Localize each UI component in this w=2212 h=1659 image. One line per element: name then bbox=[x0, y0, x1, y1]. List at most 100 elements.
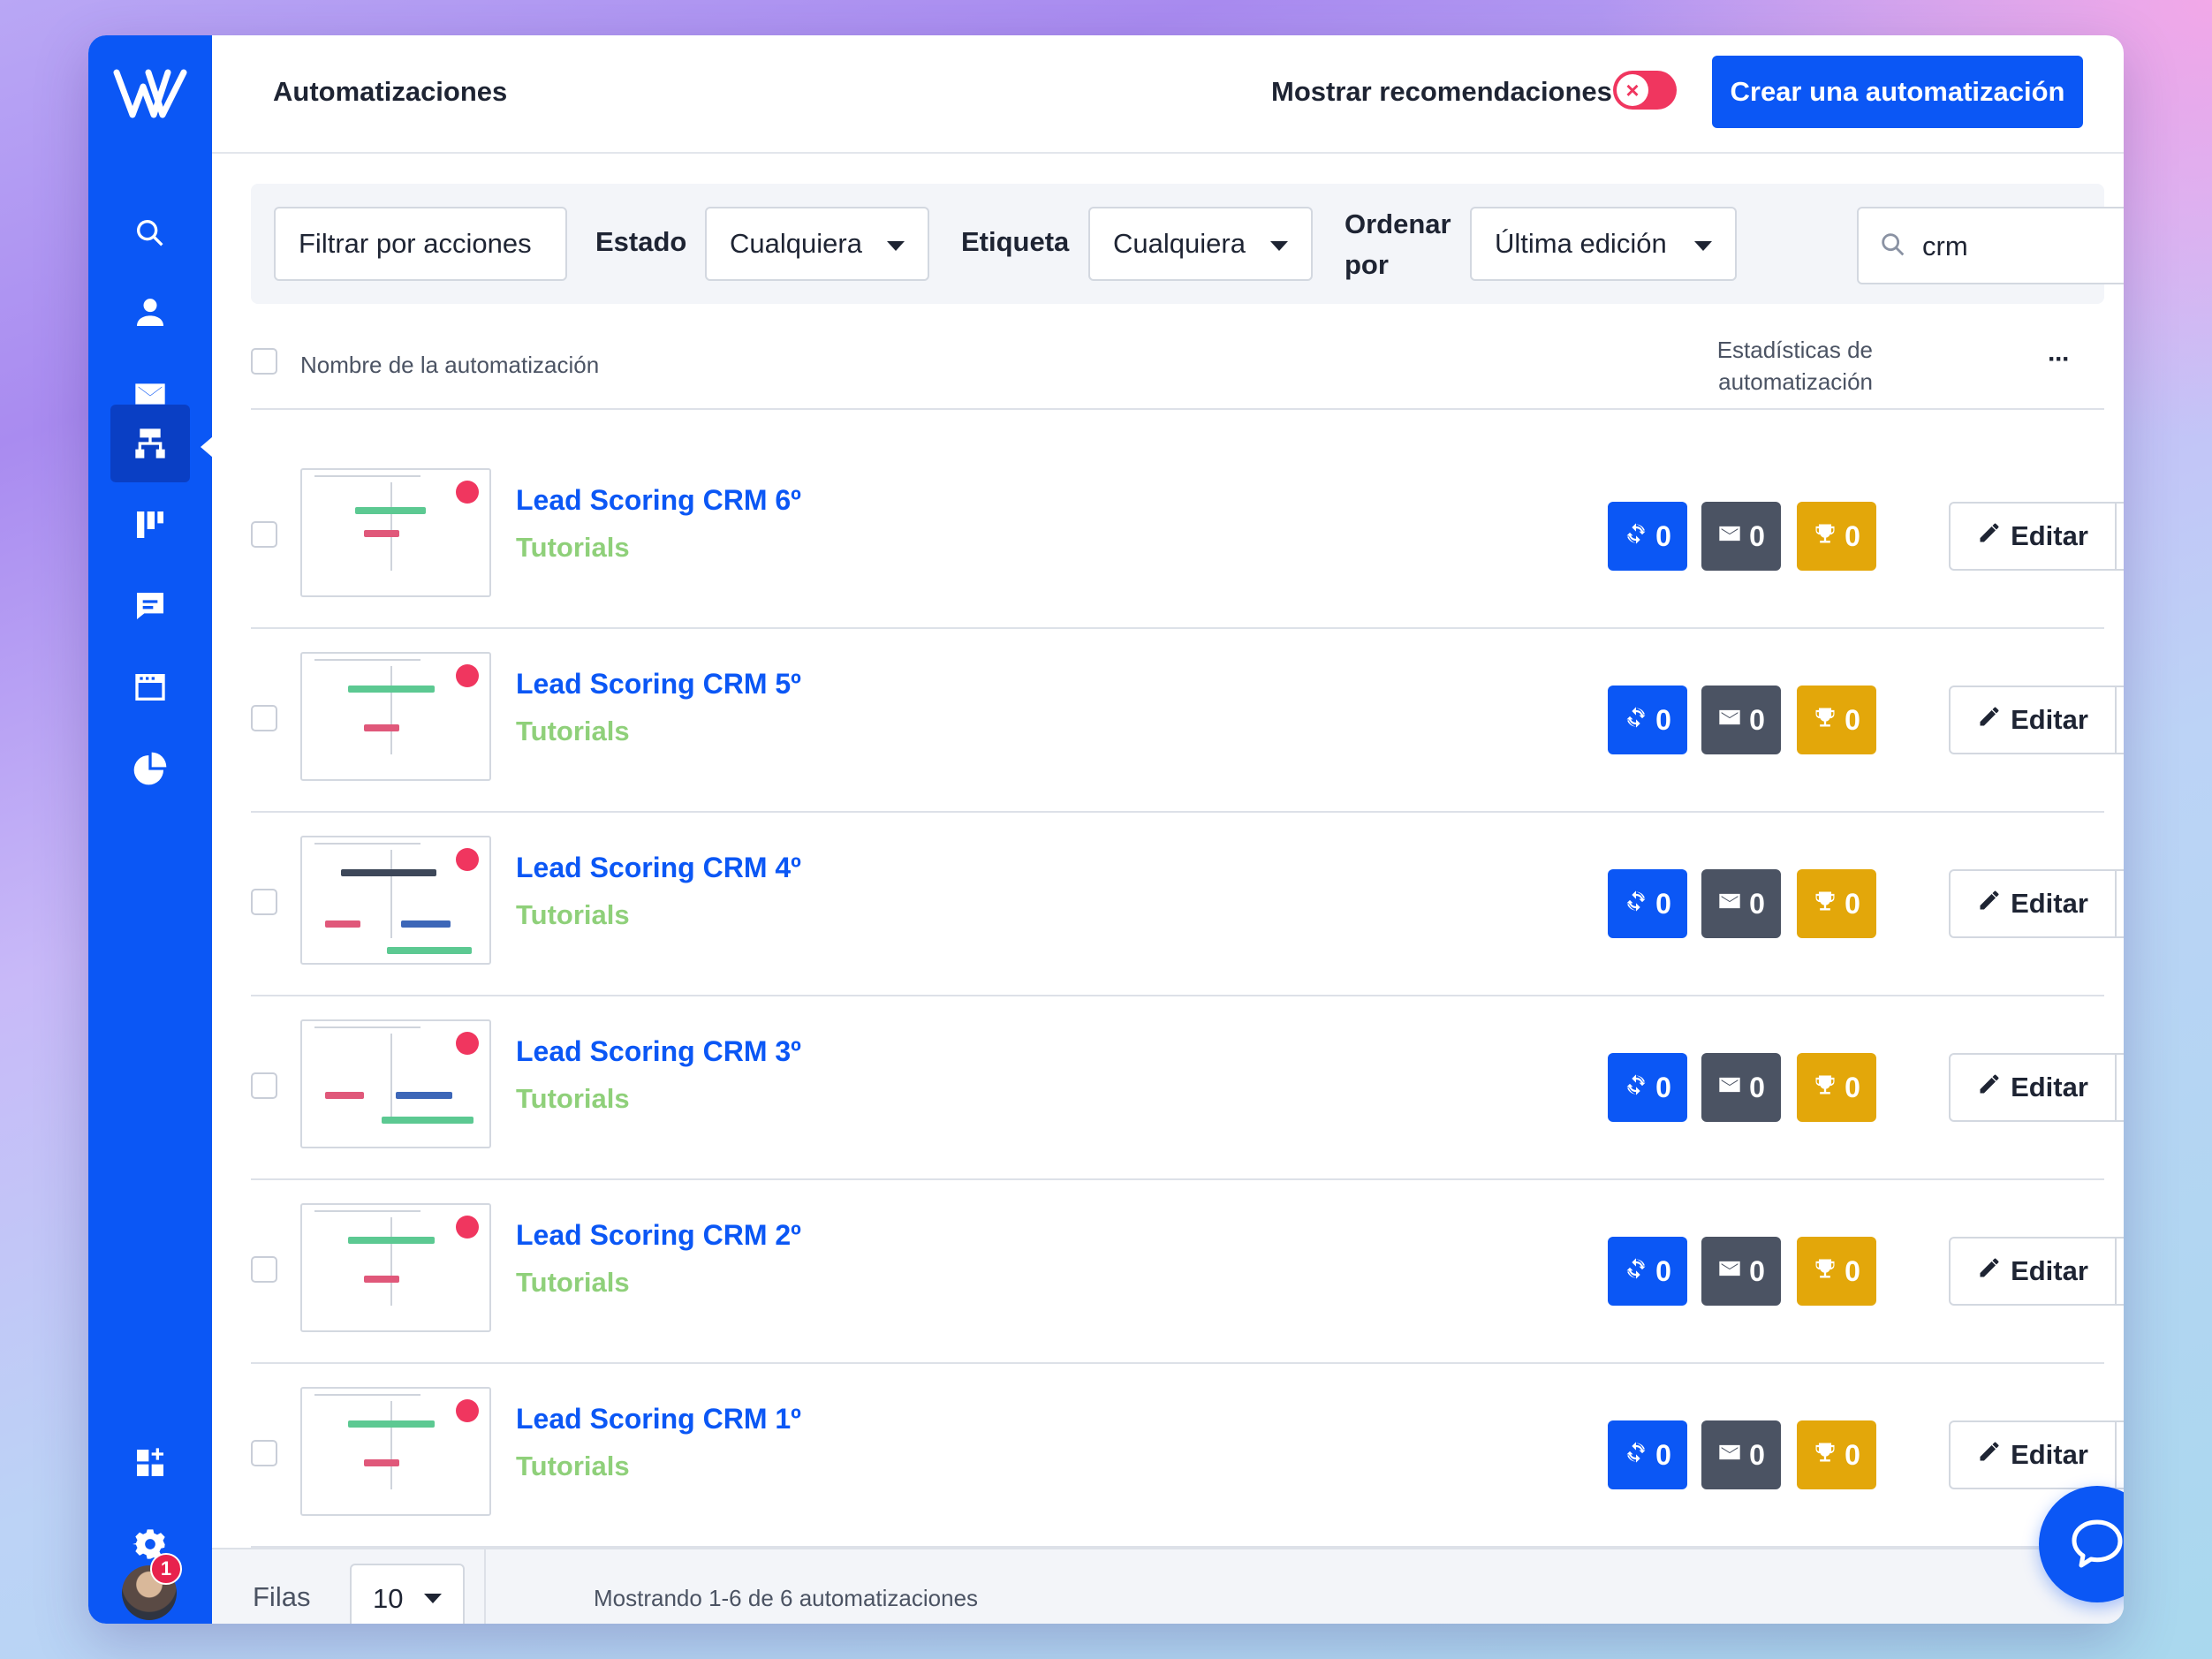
search-icon[interactable] bbox=[110, 194, 190, 272]
automation-name-link[interactable]: Lead Scoring CRM 2º bbox=[516, 1219, 801, 1252]
goals-stat[interactable]: 0 bbox=[1797, 869, 1876, 938]
active-contacts-stat[interactable]: 0 bbox=[1608, 502, 1687, 571]
thumb-connector bbox=[390, 850, 392, 938]
column-header-name[interactable]: Nombre de la automatización bbox=[300, 352, 599, 379]
status-select[interactable]: Cualquiera bbox=[705, 207, 929, 281]
brand-logo[interactable] bbox=[113, 65, 187, 120]
emails-stat[interactable]: 0 bbox=[1701, 1053, 1781, 1122]
recommendations-toggle[interactable]: × bbox=[1613, 71, 1677, 110]
status-dot bbox=[456, 481, 479, 504]
pencil-icon bbox=[1977, 1439, 2002, 1471]
close-icon: × bbox=[1617, 74, 1648, 106]
edit-button[interactable]: Editar bbox=[1951, 1239, 2117, 1304]
thumb-node bbox=[364, 724, 399, 731]
automation-thumbnail[interactable] bbox=[300, 468, 491, 597]
more-options-icon[interactable]: ··· bbox=[2048, 345, 2071, 375]
active-contacts-stat[interactable]: 0 bbox=[1608, 1053, 1687, 1122]
pagination-summary: Mostrando 1-6 de 6 automatizaciones bbox=[594, 1585, 979, 1611]
automation-thumbnail[interactable] bbox=[300, 1387, 491, 1516]
active-contacts-stat[interactable]: 0 bbox=[1608, 869, 1687, 938]
edit-button[interactable]: Editar bbox=[1951, 871, 2117, 936]
status-dot bbox=[456, 1216, 479, 1239]
envelope-icon bbox=[1717, 1072, 1742, 1104]
automation-thumbnail[interactable] bbox=[300, 1019, 491, 1148]
automation-tag[interactable]: Tutorials bbox=[516, 1267, 630, 1299]
search-icon bbox=[1882, 233, 1905, 256]
filter-actions-button[interactable]: Filtrar por acciones bbox=[274, 207, 567, 281]
contacts-icon[interactable] bbox=[110, 274, 190, 352]
status-label: Estado bbox=[595, 226, 687, 257]
goals-count: 0 bbox=[1845, 703, 1860, 736]
page-title: Automatizaciones bbox=[273, 76, 508, 107]
reports-icon[interactable] bbox=[110, 730, 190, 807]
active-contacts-count: 0 bbox=[1655, 1071, 1671, 1103]
goals-count: 0 bbox=[1845, 1254, 1860, 1287]
tag-select-value: Cualquiera bbox=[1113, 228, 1246, 259]
automation-tag[interactable]: Tutorials bbox=[516, 1083, 630, 1115]
automation-name-link[interactable]: Lead Scoring CRM 1º bbox=[516, 1403, 801, 1436]
edit-button[interactable]: Editar bbox=[1951, 1055, 2117, 1120]
envelope-icon bbox=[1717, 704, 1742, 737]
thumb-node bbox=[355, 507, 426, 514]
emails-stat[interactable]: 0 bbox=[1701, 1420, 1781, 1489]
chevron-down-icon bbox=[887, 241, 905, 251]
thumb-node bbox=[396, 1092, 452, 1099]
automation-tag[interactable]: Tutorials bbox=[516, 716, 630, 747]
thumb-header-line bbox=[314, 1210, 420, 1212]
row-checkbox[interactable] bbox=[251, 1072, 277, 1099]
row-checkbox[interactable] bbox=[251, 889, 277, 915]
conversations-icon[interactable] bbox=[110, 567, 190, 645]
table-footer: Filas 10 Mostrando 1-6 de 6 automatizaci… bbox=[212, 1548, 2124, 1624]
active-contacts-stat[interactable]: 0 bbox=[1608, 1420, 1687, 1489]
sort-label-2: por bbox=[1345, 249, 1389, 280]
active-contacts-stat[interactable]: 0 bbox=[1608, 1237, 1687, 1306]
thumb-header-line bbox=[314, 659, 420, 661]
automation-name-link[interactable]: Lead Scoring CRM 6º bbox=[516, 484, 801, 517]
active-contacts-stat[interactable]: 0 bbox=[1608, 686, 1687, 754]
emails-stat[interactable]: 0 bbox=[1701, 686, 1781, 754]
automation-name-link[interactable]: Lead Scoring CRM 3º bbox=[516, 1035, 801, 1068]
emails-stat[interactable]: 0 bbox=[1701, 502, 1781, 571]
automation-name-link[interactable]: Lead Scoring CRM 5º bbox=[516, 668, 801, 701]
row-checkbox[interactable] bbox=[251, 1256, 277, 1283]
row-checkbox[interactable] bbox=[251, 1440, 277, 1466]
pipelines-icon[interactable] bbox=[110, 486, 190, 564]
edit-button[interactable]: Editar bbox=[1951, 687, 2117, 753]
edit-label: Editar bbox=[2011, 1439, 2088, 1470]
emails-stat[interactable]: 0 bbox=[1701, 1237, 1781, 1306]
active-contacts-count: 0 bbox=[1655, 703, 1671, 736]
edit-button[interactable]: Editar bbox=[1951, 1422, 2117, 1488]
pencil-icon bbox=[1977, 1255, 2002, 1287]
automation-thumbnail[interactable] bbox=[300, 1203, 491, 1332]
edit-label: Editar bbox=[2011, 1255, 2088, 1286]
active-contacts-count: 0 bbox=[1655, 887, 1671, 920]
automations-icon[interactable] bbox=[110, 405, 190, 482]
goals-stat[interactable]: 0 bbox=[1797, 686, 1876, 754]
automation-name-link[interactable]: Lead Scoring CRM 4º bbox=[516, 852, 801, 884]
thumb-header-line bbox=[314, 843, 420, 845]
emails-stat[interactable]: 0 bbox=[1701, 869, 1781, 938]
automation-thumbnail[interactable] bbox=[300, 652, 491, 781]
row-checkbox[interactable] bbox=[251, 521, 277, 548]
website-icon[interactable] bbox=[110, 648, 190, 726]
tag-select[interactable]: Cualquiera bbox=[1088, 207, 1313, 281]
sort-select[interactable]: Última edición bbox=[1470, 207, 1737, 281]
automation-tag[interactable]: Tutorials bbox=[516, 532, 630, 564]
pencil-icon bbox=[1977, 888, 2002, 920]
automation-tag[interactable]: Tutorials bbox=[516, 1451, 630, 1482]
edit-button[interactable]: Editar bbox=[1951, 504, 2117, 569]
row-checkbox[interactable] bbox=[251, 705, 277, 731]
automation-thumbnail[interactable] bbox=[300, 836, 491, 965]
rows-per-page-select[interactable]: 10 bbox=[350, 1564, 465, 1624]
search-input[interactable]: crm bbox=[1857, 207, 2124, 284]
goals-stat[interactable]: 0 bbox=[1797, 1237, 1876, 1306]
thumb-node bbox=[325, 1092, 364, 1099]
select-all-checkbox[interactable] bbox=[251, 348, 277, 375]
goals-stat[interactable]: 0 bbox=[1797, 1420, 1876, 1489]
goals-stat[interactable]: 0 bbox=[1797, 502, 1876, 571]
goals-stat[interactable]: 0 bbox=[1797, 1053, 1876, 1122]
create-automation-button[interactable]: Crear una automatización bbox=[1712, 56, 2083, 128]
automation-tag[interactable]: Tutorials bbox=[516, 899, 630, 931]
thumb-connector bbox=[390, 1401, 392, 1489]
apps-icon[interactable] bbox=[110, 1424, 190, 1502]
